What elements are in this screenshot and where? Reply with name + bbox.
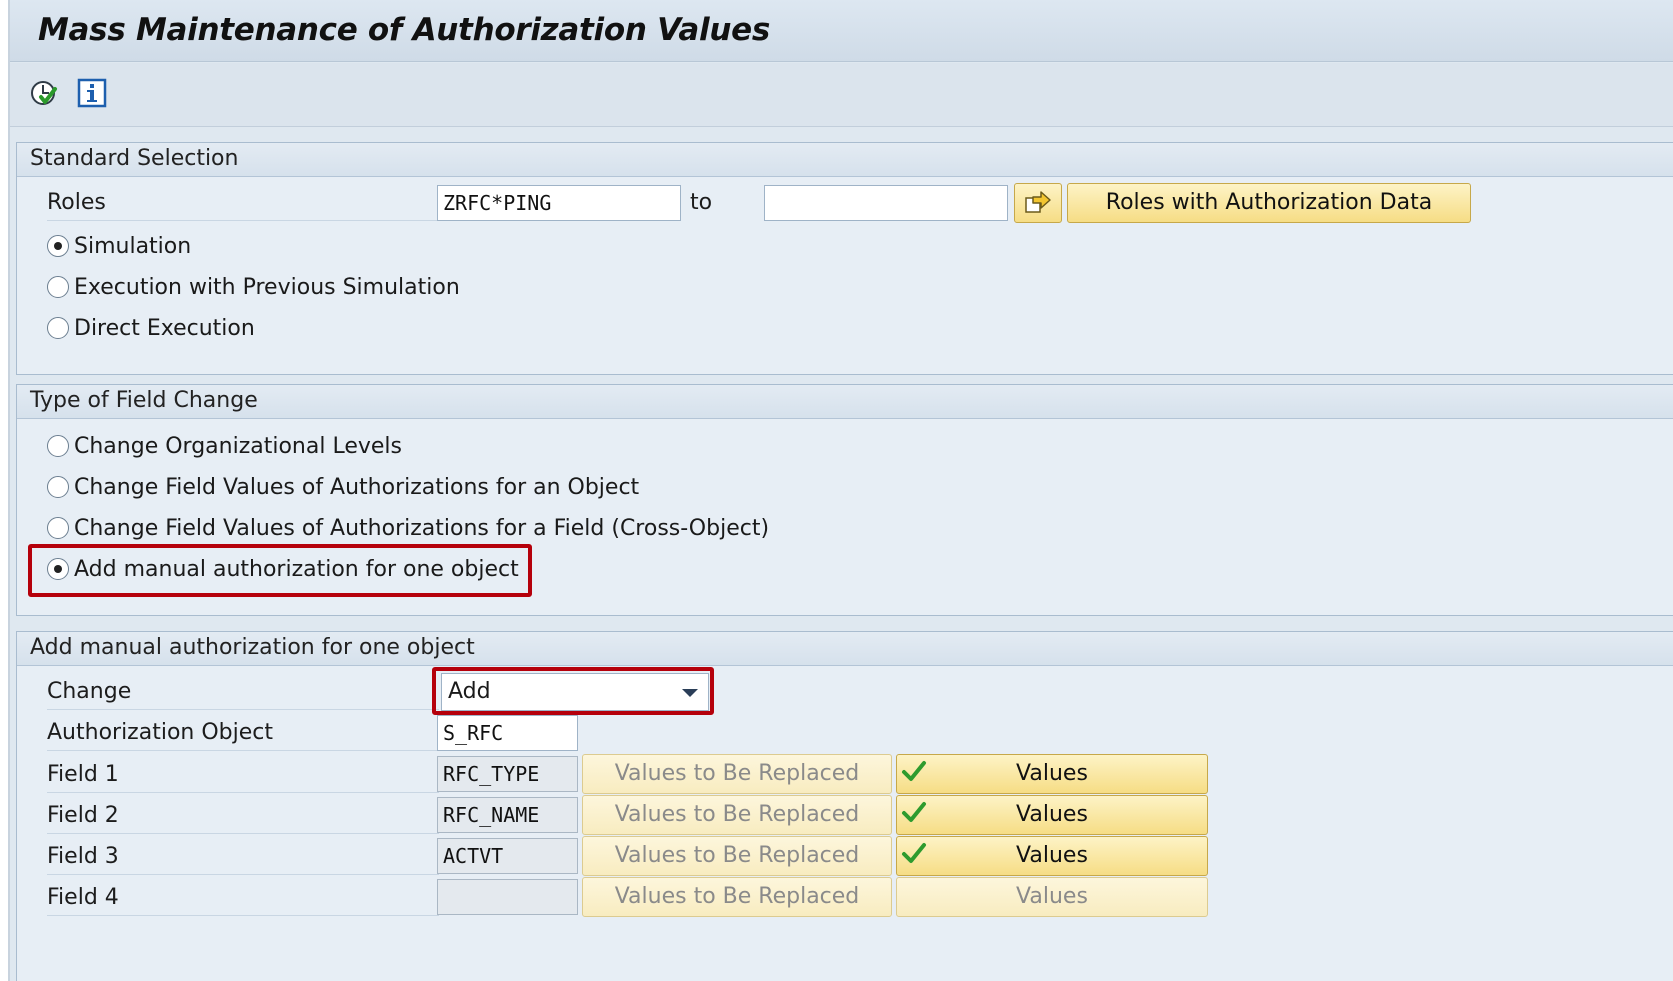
roles-with-authorization-data-button[interactable]: Roles with Authorization Data (1067, 183, 1471, 223)
field-1-values-to-be-replaced-button[interactable]: Values to Be Replaced (582, 754, 892, 794)
field-1-label: Field 1 (47, 757, 439, 793)
radio-execution-previous-simulation[interactable]: Execution with Previous Simulation (47, 270, 460, 304)
roles-from-input[interactable]: ZRFC*PING (437, 185, 681, 221)
radio-change-values-field-label: Change Field Values of Authorizations fo… (74, 515, 770, 541)
field-3-value: ACTVT (437, 838, 578, 874)
highlight-change-dropdown (432, 667, 714, 715)
roles-to-input[interactable] (764, 185, 1008, 221)
standard-selection-panel: Standard Selection Roles ZRFC*PING to Ro… (16, 142, 1673, 375)
field-4-label: Field 4 (47, 880, 439, 916)
radio-change-values-object-indicator[interactable] (47, 476, 69, 498)
application-toolbar (10, 63, 1673, 127)
field-2-values-label: Values (1016, 802, 1088, 827)
radio-change-values-object-label: Change Field Values of Authorizations fo… (74, 474, 640, 500)
checkmark-icon (902, 802, 926, 822)
page-title: Mass Maintenance of Authorization Values (38, 12, 771, 48)
authorization-object-label: Authorization Object (47, 715, 439, 751)
field-3-values-button[interactable]: Values (896, 836, 1208, 876)
field-1-values-button[interactable]: Values (896, 754, 1208, 794)
radio-simulation-label: Simulation (74, 233, 192, 259)
field-1-value: RFC_TYPE (437, 756, 578, 792)
field-3-values-label: Values (1016, 843, 1088, 868)
main-window: Mass Maintenance of Authorization Values… (8, 0, 1673, 981)
to-label: to (690, 190, 713, 215)
radio-change-values-object[interactable]: Change Field Values of Authorizations fo… (47, 470, 639, 504)
field-1-values-label: Values (1016, 761, 1088, 786)
radio-change-org-levels[interactable]: Change Organizational Levels (47, 429, 402, 463)
field-4-value (437, 879, 578, 915)
title-bar: Mass Maintenance of Authorization Values (10, 0, 1673, 62)
field-2-values-button[interactable]: Values (896, 795, 1208, 835)
checkmark-icon (902, 843, 926, 863)
standard-selection-header: Standard Selection (17, 143, 1673, 177)
field-change-header: Type of Field Change (17, 385, 1673, 419)
manual-authorization-panel: Add manual authorization for one object … (16, 631, 1673, 981)
checkmark-icon (902, 761, 926, 781)
roles-label: Roles (47, 185, 439, 221)
highlight-add-manual-authorization (28, 544, 532, 597)
radio-execution-previous-label: Execution with Previous Simulation (74, 274, 460, 300)
radio-simulation-indicator[interactable] (47, 235, 69, 257)
radio-change-values-field-indicator[interactable] (47, 517, 69, 539)
execute-icon[interactable] (28, 77, 60, 109)
radio-change-org-levels-label: Change Organizational Levels (74, 433, 402, 459)
radio-execution-previous-indicator[interactable] (47, 276, 69, 298)
field-2-values-to-be-replaced-button[interactable]: Values to Be Replaced (582, 795, 892, 835)
radio-change-org-levels-indicator[interactable] (47, 435, 69, 457)
field-2-label: Field 2 (47, 798, 439, 834)
field-4-values-button[interactable]: Values (896, 877, 1208, 917)
multiple-selection-button[interactable] (1014, 183, 1062, 223)
field-3-values-to-be-replaced-button[interactable]: Values to Be Replaced (582, 836, 892, 876)
info-icon[interactable] (76, 77, 108, 109)
field-3-label: Field 3 (47, 839, 439, 875)
radio-direct-execution-indicator[interactable] (47, 317, 69, 339)
authorization-object-input[interactable]: S_RFC (437, 715, 578, 751)
manual-authorization-header: Add manual authorization for one object (17, 632, 1673, 666)
field-4-values-to-be-replaced-button[interactable]: Values to Be Replaced (582, 877, 892, 917)
radio-direct-execution-label: Direct Execution (74, 315, 255, 341)
field-2-value: RFC_NAME (437, 797, 578, 833)
radio-change-values-field[interactable]: Change Field Values of Authorizations fo… (47, 511, 769, 545)
change-label: Change (47, 674, 439, 710)
radio-direct-execution[interactable]: Direct Execution (47, 311, 255, 345)
radio-simulation[interactable]: Simulation (47, 229, 191, 263)
arrow-right-icon (1025, 191, 1051, 213)
